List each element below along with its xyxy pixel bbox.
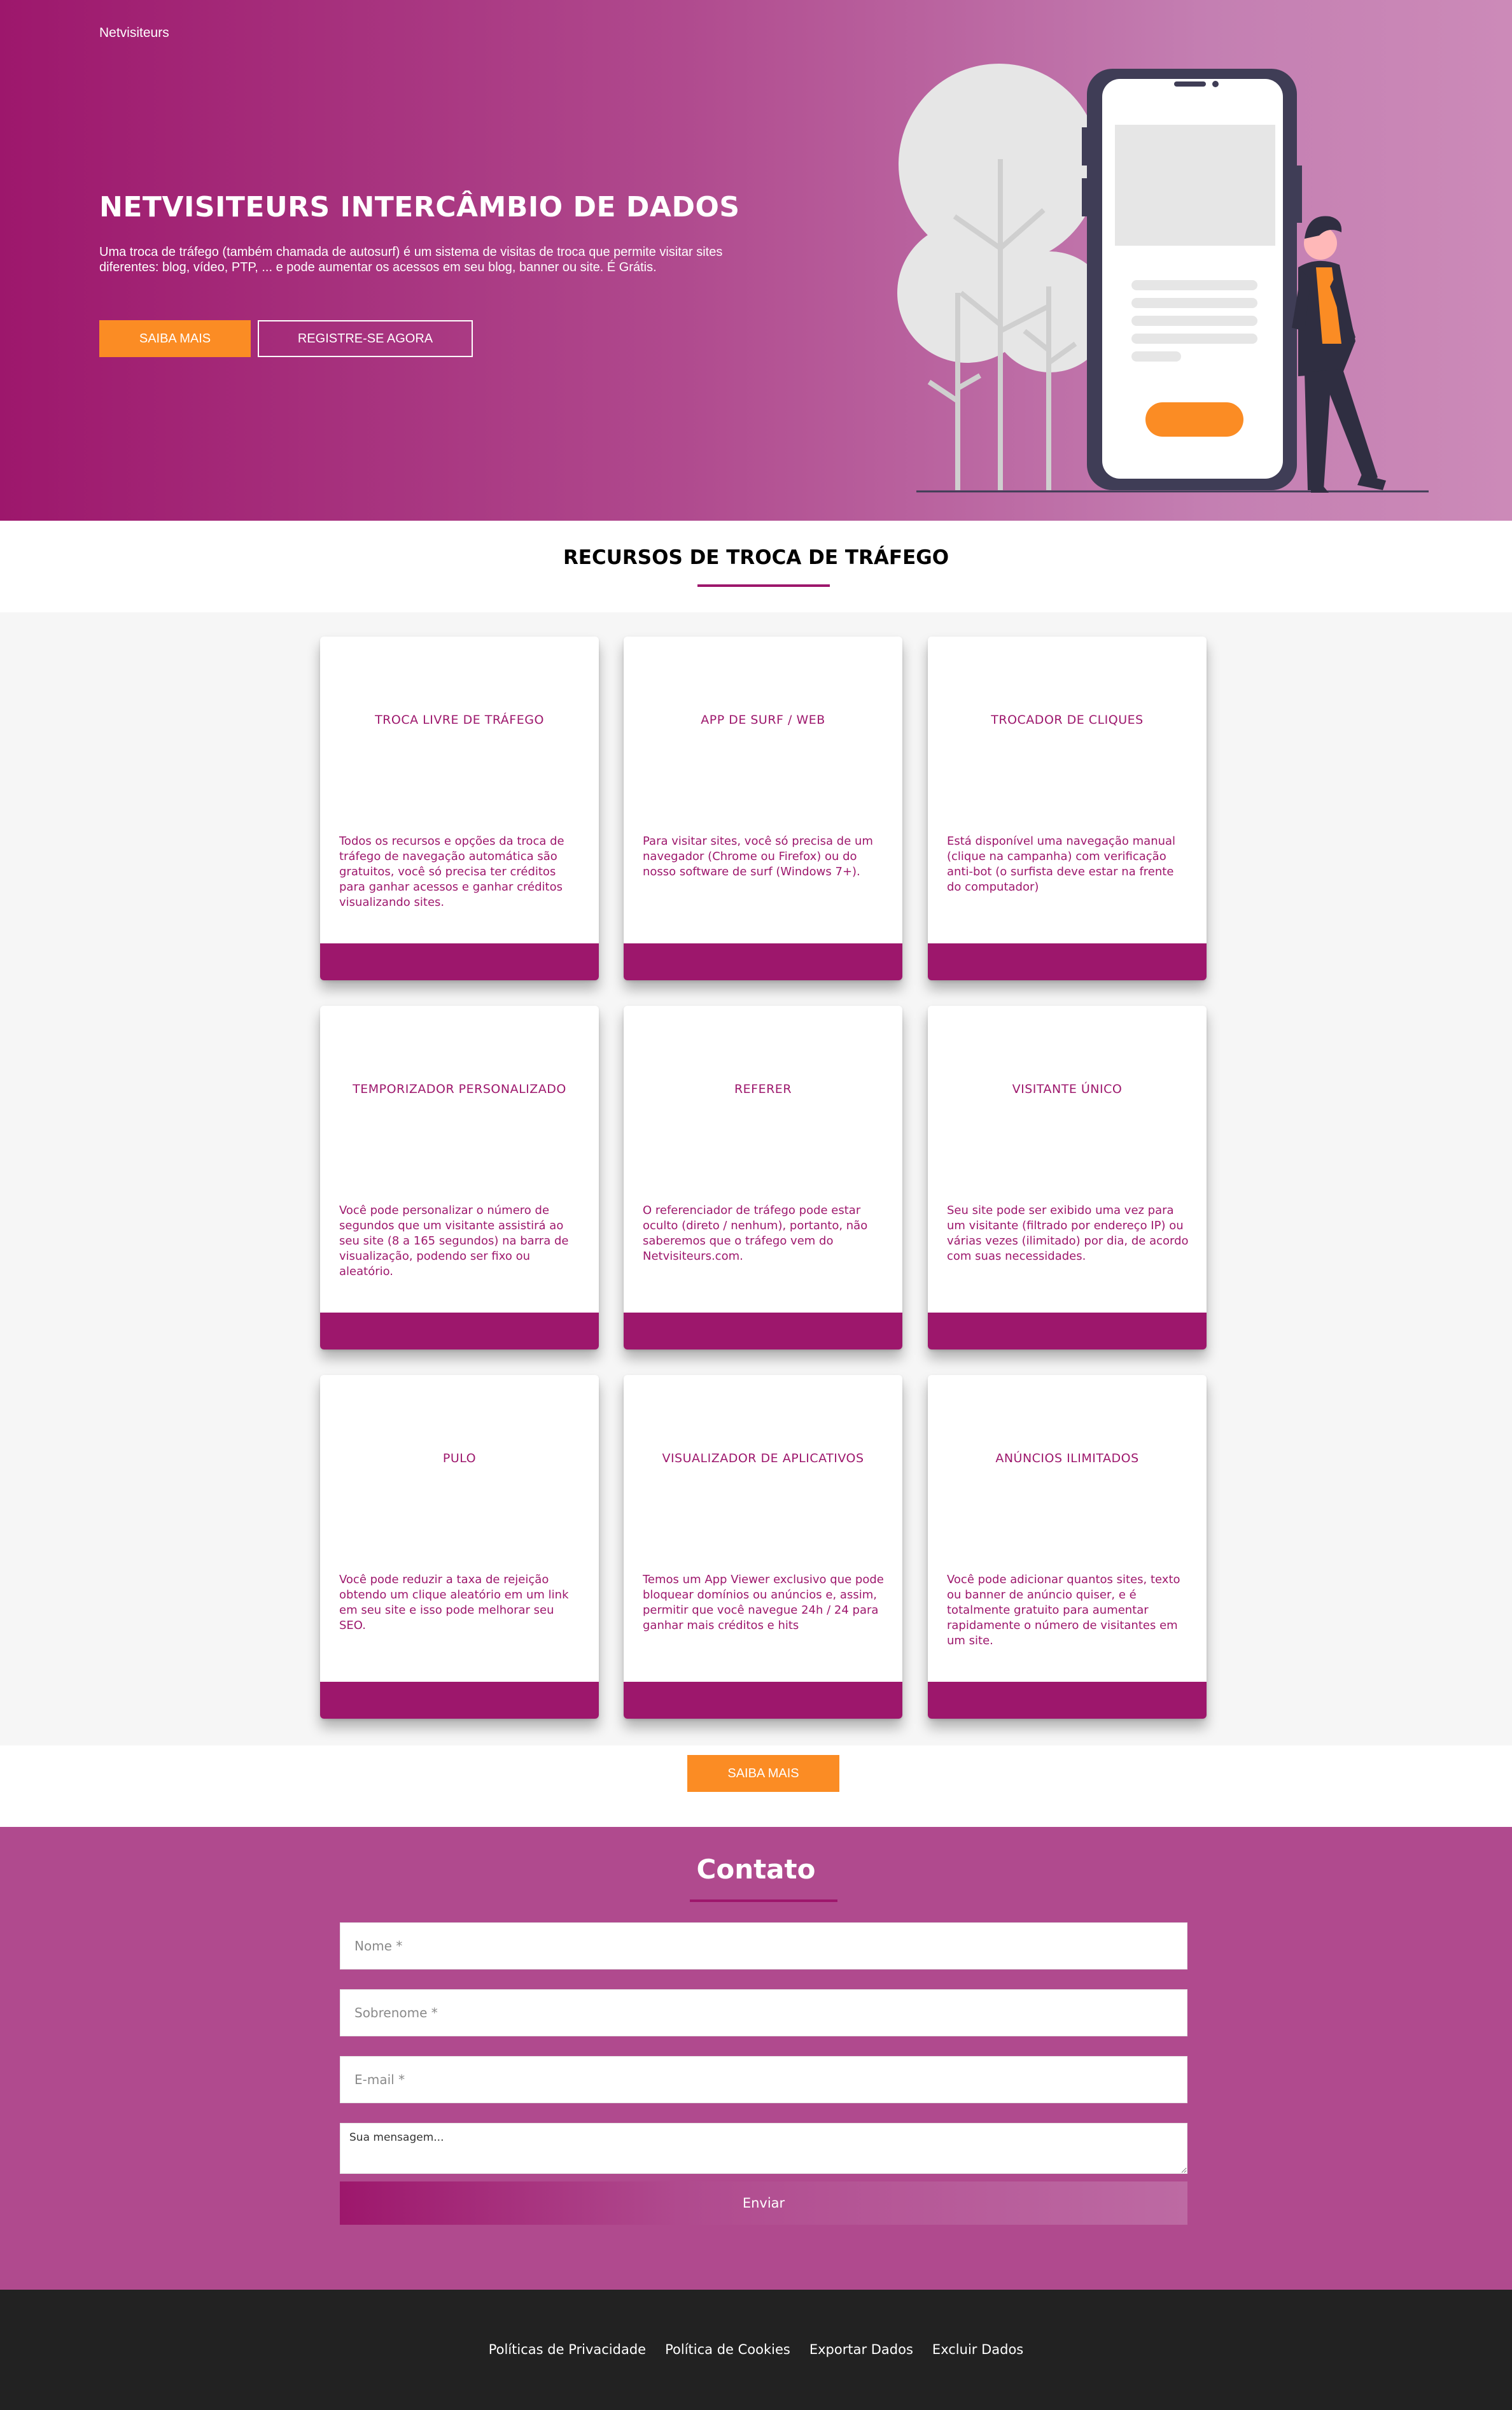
feature-card-title: APP DE SURF / WEB [701,713,825,727]
feature-card-footer [928,943,1207,980]
brand-logo-text[interactable]: Netvisiteurs [99,25,169,41]
feature-card-text: Você pode reduzir a taxa de rejeição obt… [339,1573,569,1632]
feature-card-footer [624,1313,902,1349]
contact-title-underline [690,1899,837,1902]
footer-link-cookies[interactable]: Política de Cookies [665,2342,790,2357]
feature-card-text: Você pode personalizar o número de segun… [339,1204,569,1278]
feature-card-title: TROCADOR DE CLIQUES [991,713,1144,727]
feature-card-title: TEMPORIZADOR PERSONALIZADO [353,1082,566,1096]
feature-card: TROCADOR DE CLIQUES Está disponível uma … [928,637,1207,980]
feature-card-footer [320,943,599,980]
feature-card: PULO Você pode reduzir a taxa de rejeiçã… [320,1375,599,1719]
footer-link-export-data[interactable]: Exportar Dados [809,2342,913,2357]
feature-card-text: Para visitar sites, você só precisa de u… [643,835,873,878]
contact-section: Contato Enviar [0,1827,1512,2290]
footer: Políticas de Privacidade Política de Coo… [0,2290,1512,2410]
feature-card: ANÚNCIOS ILIMITADOS Você pode adicionar … [928,1375,1207,1719]
feature-card-title: VISITANTE ÚNICO [1012,1082,1123,1096]
first-name-field[interactable] [340,1922,1187,1970]
features-section: TROCA LIVRE DE TRÁFEGO Todos os recursos… [0,612,1512,1745]
register-button[interactable]: REGISTRE-SE AGORA [258,320,473,357]
feature-card: APP DE SURF / WEB Para visitar sites, vo… [624,637,902,980]
feature-card-text: Você pode adicionar quantos sites, texto… [947,1573,1180,1647]
feature-card-title: TROCA LIVRE DE TRÁFEGO [375,713,544,727]
feature-card-title: VISUALIZADOR DE APLICATIVOS [662,1451,864,1465]
feature-card-footer [320,1682,599,1719]
footer-link-delete-data[interactable]: Excluir Dados [932,2342,1023,2357]
feature-card: TROCA LIVRE DE TRÁFEGO Todos os recursos… [320,637,599,980]
feature-card: VISITANTE ÚNICO Seu site pode ser exibid… [928,1006,1207,1349]
saiba-mais-button[interactable]: SAIBA MAIS [99,320,251,357]
feature-card-text: Está disponível uma navegação manual (cl… [947,835,1176,894]
feature-card: VISUALIZADOR DE APLICATIVOS Temos um App… [624,1375,902,1719]
contact-title: Contato [696,1854,816,1885]
feature-card-title: PULO [442,1451,477,1465]
feature-card-footer [320,1313,599,1349]
hero-title: NETVISITEURS INTERCÂMBIO DE DADOS [99,191,740,223]
message-field[interactable] [340,2123,1187,2174]
feature-card-text: Temos um App Viewer exclusivo que pode b… [643,1573,884,1632]
features-title: RECURSOS DE TROCA DE TRÁFEGO [563,546,949,569]
footer-links: Políticas de Privacidade Política de Coo… [0,2342,1512,2357]
features-title-underline [697,584,830,587]
feature-card: TEMPORIZADOR PERSONALIZADO Você pode per… [320,1006,599,1349]
email-field[interactable] [340,2056,1187,2103]
feature-card-text: Todos os recursos e opções da troca de t… [339,835,564,909]
footer-link-privacy[interactable]: Políticas de Privacidade [489,2342,646,2357]
feature-card-title: REFERER [734,1082,792,1096]
saiba-mais-button-secondary[interactable]: SAIBA MAIS [687,1755,839,1792]
feature-card-title: ANÚNCIOS ILIMITADOS [995,1451,1139,1465]
feature-card: REFERER O referenciador de tráfego pode … [624,1006,902,1349]
submit-button[interactable]: Enviar [340,2181,1187,2225]
hero-description: Uma troca de tráfego (também chamada de … [99,245,723,274]
feature-card-footer [928,1313,1207,1349]
last-name-field[interactable] [340,1989,1187,2036]
feature-card-text: Seu site pode ser exibido uma vez para u… [947,1204,1189,1263]
feature-card-footer [624,1682,902,1719]
feature-card-text: O referenciador de tráfego pode estar oc… [643,1204,868,1263]
feature-card-footer [624,943,902,980]
feature-card-footer [928,1682,1207,1719]
hero-section: Netvisiteurs NETVISITEURS INTERCÂMBIO DE… [0,0,1512,521]
phone-person-illustration [897,64,1429,493]
